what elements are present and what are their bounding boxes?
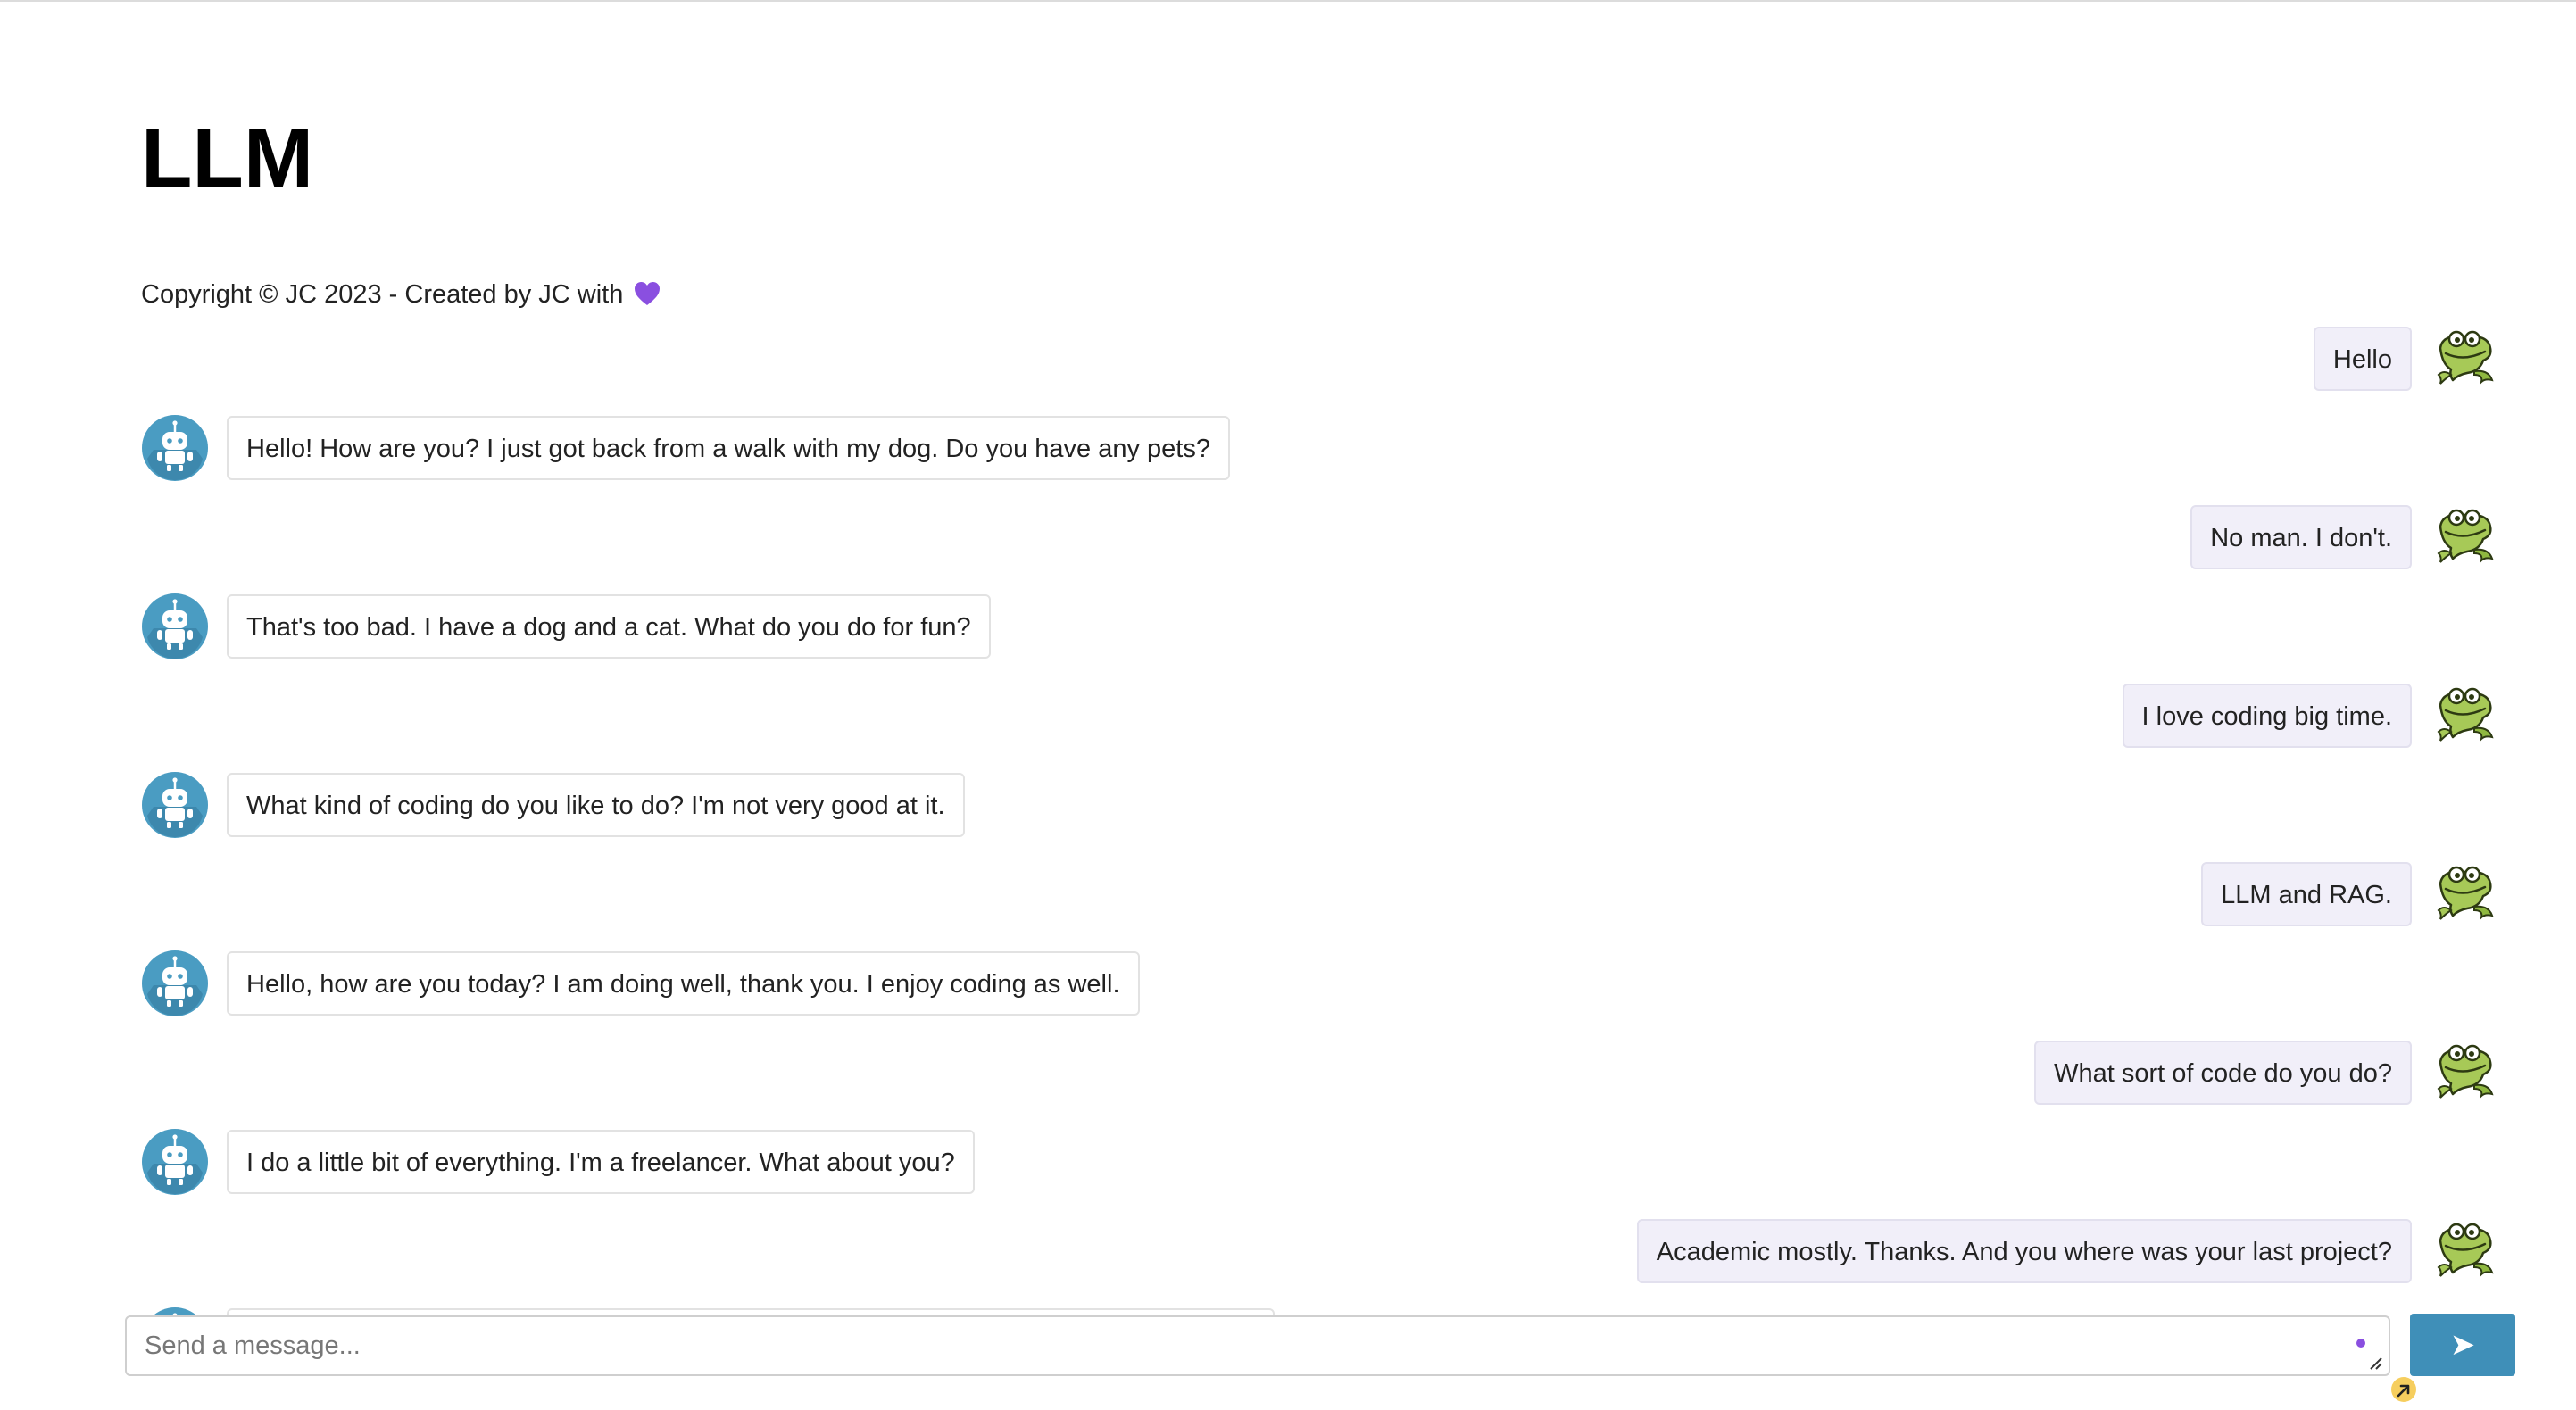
send-button[interactable]: ➤ <box>2410 1314 2515 1376</box>
bot-message-bubble: That's too bad. I have a dog and a cat. … <box>227 594 991 659</box>
user-message-row: I love coding big time. <box>2122 682 2499 750</box>
user-message-bubble: Academic mostly. Thanks. And you where w… <box>1636 1219 2412 1283</box>
frog-avatar-icon <box>2431 682 2499 750</box>
user-message-bubble: LLM and RAG. <box>2201 862 2412 926</box>
status-dot <box>2356 1339 2365 1348</box>
frog-avatar-icon <box>2431 325 2499 393</box>
frog-avatar-icon <box>2431 1039 2499 1107</box>
message-composer <box>125 1315 2390 1376</box>
user-message-bubble: What sort of code do you do? <box>2034 1041 2412 1105</box>
user-message-row: Hello <box>2313 325 2499 393</box>
bot-message-bubble: I do a little bit of everything. I'm a f… <box>227 1130 975 1194</box>
robot-avatar-icon <box>141 1128 209 1196</box>
bot-message-bubble: Hello! How are you? I just got back from… <box>227 416 1230 480</box>
cursor-highlight-icon <box>2391 1377 2416 1402</box>
resize-grip-icon[interactable] <box>2365 1353 2383 1371</box>
user-message-row: LLM and RAG. <box>2201 860 2499 928</box>
frog-avatar-icon <box>2431 503 2499 571</box>
robot-avatar-icon <box>141 771 209 839</box>
heart-icon <box>634 281 661 314</box>
robot-avatar-icon <box>141 593 209 660</box>
copyright-footer: Copyright © JC 2023 - Created by JC with <box>141 278 661 314</box>
page-title: LLM <box>141 111 314 204</box>
top-border <box>0 0 2576 2</box>
frog-avatar-icon <box>2431 860 2499 928</box>
user-message-bubble: No man. I don't. <box>2190 505 2412 569</box>
robot-avatar-icon <box>141 950 209 1017</box>
user-message-row: Academic mostly. Thanks. And you where w… <box>1636 1217 2499 1285</box>
copyright-text: Copyright © JC 2023 - Created by JC with <box>141 280 624 309</box>
robot-avatar-icon <box>141 414 209 482</box>
send-arrow-icon: ➤ <box>2449 1327 2476 1363</box>
bot-message-row: That's too bad. I have a dog and a cat. … <box>141 593 991 660</box>
bot-message-row: I do a little bit of everything. I'm a f… <box>141 1128 975 1196</box>
bot-message-bubble: What kind of coding do you like to do? I… <box>227 773 965 837</box>
bot-message-row: Hello, how are you today? I am doing wel… <box>141 950 1140 1017</box>
bot-message-row: Hello! How are you? I just got back from… <box>141 414 1230 482</box>
bot-message-bubble: Hello, how are you today? I am doing wel… <box>227 951 1140 1016</box>
message-input[interactable] <box>127 1317 2389 1374</box>
user-message-row: No man. I don't. <box>2190 503 2499 571</box>
user-message-bubble: Hello <box>2313 327 2412 391</box>
user-message-row: What sort of code do you do? <box>2034 1039 2499 1107</box>
user-message-bubble: I love coding big time. <box>2122 684 2412 748</box>
bot-message-row: What kind of coding do you like to do? I… <box>141 771 965 839</box>
frog-avatar-icon <box>2431 1217 2499 1285</box>
